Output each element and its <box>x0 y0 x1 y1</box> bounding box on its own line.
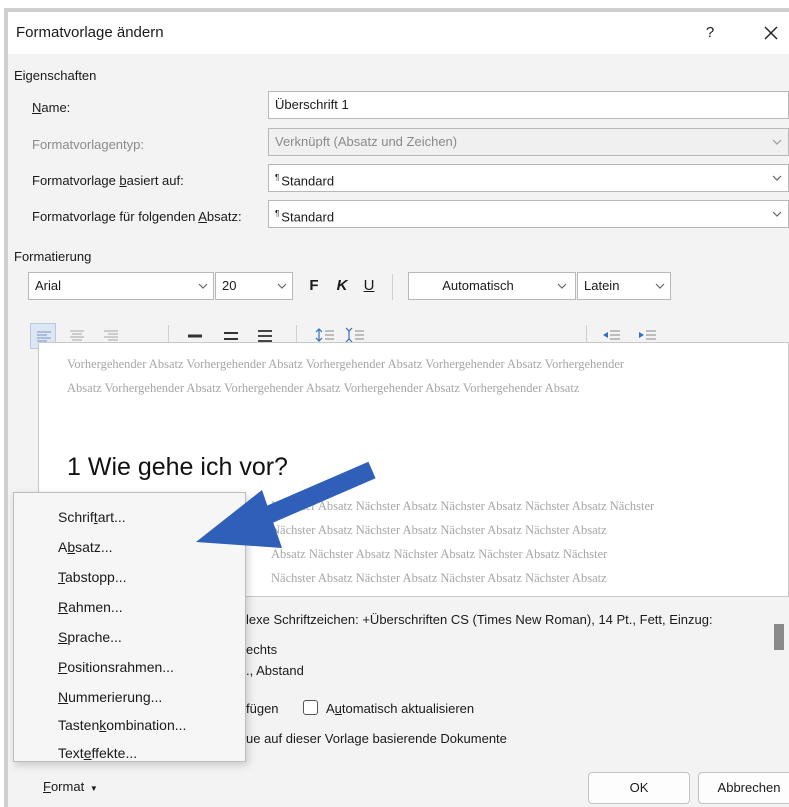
menu-item-language[interactable]: Sprache... <box>58 629 122 645</box>
preview-next-line: Nächster Absatz Nächster Absatz Nächster… <box>271 571 607 585</box>
paragraph-icon: ¶ <box>275 173 280 182</box>
new-documents-label: ue auf dieser Vorlage basierende Dokumen… <box>246 731 507 746</box>
style-description: echts <box>246 642 278 657</box>
format-menu: Schriftart... Absatz... Tabstopp... Rahm… <box>13 492 246 762</box>
color-select[interactable]: Automatisch <box>408 272 576 300</box>
chevron-down-icon <box>277 283 287 289</box>
formatting-section-label: Formatierung <box>14 249 92 264</box>
ok-button[interactable]: OK <box>588 772 690 804</box>
based-on-label: Formatvorlage basiert auf: <box>32 173 184 188</box>
help-button[interactable]: ? <box>698 20 722 46</box>
next-paragraph-value: Standard <box>281 209 335 225</box>
script-value: Latein <box>584 278 620 293</box>
style-description: lexe Schriftzeichen: +Überschriften CS (… <box>246 612 713 627</box>
cancel-button[interactable]: Abbrechen <box>698 772 789 804</box>
description-scrollbar[interactable] <box>774 624 784 650</box>
close-button[interactable] <box>756 18 786 48</box>
chevron-down-icon <box>772 175 782 181</box>
name-value: Überschrift 1 <box>275 97 349 112</box>
paragraph-icon: ¶ <box>275 209 280 218</box>
preview-next-line: Nächster Absatz Nächster Absatz Nächster… <box>271 523 607 537</box>
add-to-gallery-label: fügen <box>246 701 279 716</box>
menu-item-paragraph[interactable]: Absatz... <box>58 539 113 555</box>
auto-update-label: Automatisch aktualisieren <box>326 701 475 716</box>
italic-button[interactable]: K <box>331 273 353 299</box>
properties-section-label: Eigenschaften <box>14 68 97 83</box>
menu-item-shortcut[interactable]: Tastenkombination... <box>58 717 186 733</box>
size-select[interactable]: 20 <box>215 272 293 300</box>
type-label: Formatvorlagentyp: <box>32 137 144 152</box>
auto-update-checkbox[interactable] <box>303 700 318 715</box>
color-value: Automatisch <box>442 278 514 293</box>
preview-previous-line: Vorhergehender Absatz Vorhergehender Abs… <box>67 357 625 371</box>
chevron-down-icon <box>557 283 567 289</box>
script-select[interactable]: Latein <box>577 272 671 300</box>
type-value: Verknüpft (Absatz und Zeichen) <box>275 134 458 149</box>
format-button-label: Format <box>43 779 85 794</box>
menu-item-tabs[interactable]: Tabstopp... <box>58 569 127 585</box>
chevron-down-icon <box>655 283 665 289</box>
chevron-down-icon <box>198 283 208 289</box>
font-value: Arial <box>35 278 62 293</box>
name-label: Name: <box>32 100 71 115</box>
size-value: 20 <box>222 278 237 293</box>
preview-next-line: Absatz Nächster Absatz Nächster Absatz N… <box>271 547 608 561</box>
menu-item-frame[interactable]: Positionsrahmen... <box>58 659 174 675</box>
preview-next-line: Nächster Absatz Nächster Absatz Nächster… <box>271 499 655 513</box>
caret-down-icon: ▼ <box>89 784 98 793</box>
based-on-value: Standard <box>281 173 335 189</box>
name-input[interactable]: Überschrift 1 <box>268 91 789 119</box>
menu-item-text-effects[interactable]: Texteffekte... <box>58 745 137 761</box>
bold-button[interactable]: F <box>303 273 325 299</box>
font-select[interactable]: Arial <box>28 272 214 300</box>
next-paragraph-label: Formatvorlage für folgenden Absatz: <box>32 209 242 224</box>
underline-button[interactable]: U <box>358 273 380 299</box>
format-button[interactable]: Format ▼ <box>21 772 111 804</box>
chevron-down-icon <box>772 139 782 145</box>
title-bar: Formatvorlage ändern ? <box>8 12 789 54</box>
type-select: Verknüpft (Absatz und Zeichen) <box>268 128 789 156</box>
chevron-down-icon <box>772 211 782 217</box>
dialog-title: Formatvorlage ändern <box>16 24 164 41</box>
preview-heading: 1 Wie gehe ich vor? <box>67 453 288 481</box>
next-paragraph-select[interactable]: ¶ Standard <box>268 200 789 228</box>
menu-item-border[interactable]: Rahmen... <box>58 599 123 615</box>
based-on-select[interactable]: ¶ Standard <box>268 164 789 192</box>
style-description: ., Abstand <box>246 663 304 678</box>
toolbar-divider <box>392 274 393 300</box>
close-icon <box>764 26 778 40</box>
preview-previous-line: Absatz Vorhergehender Absatz Vorhergehen… <box>67 381 580 395</box>
menu-item-font[interactable]: Schriftart... <box>58 509 126 525</box>
menu-item-numbering[interactable]: Nummerierung... <box>58 689 162 705</box>
